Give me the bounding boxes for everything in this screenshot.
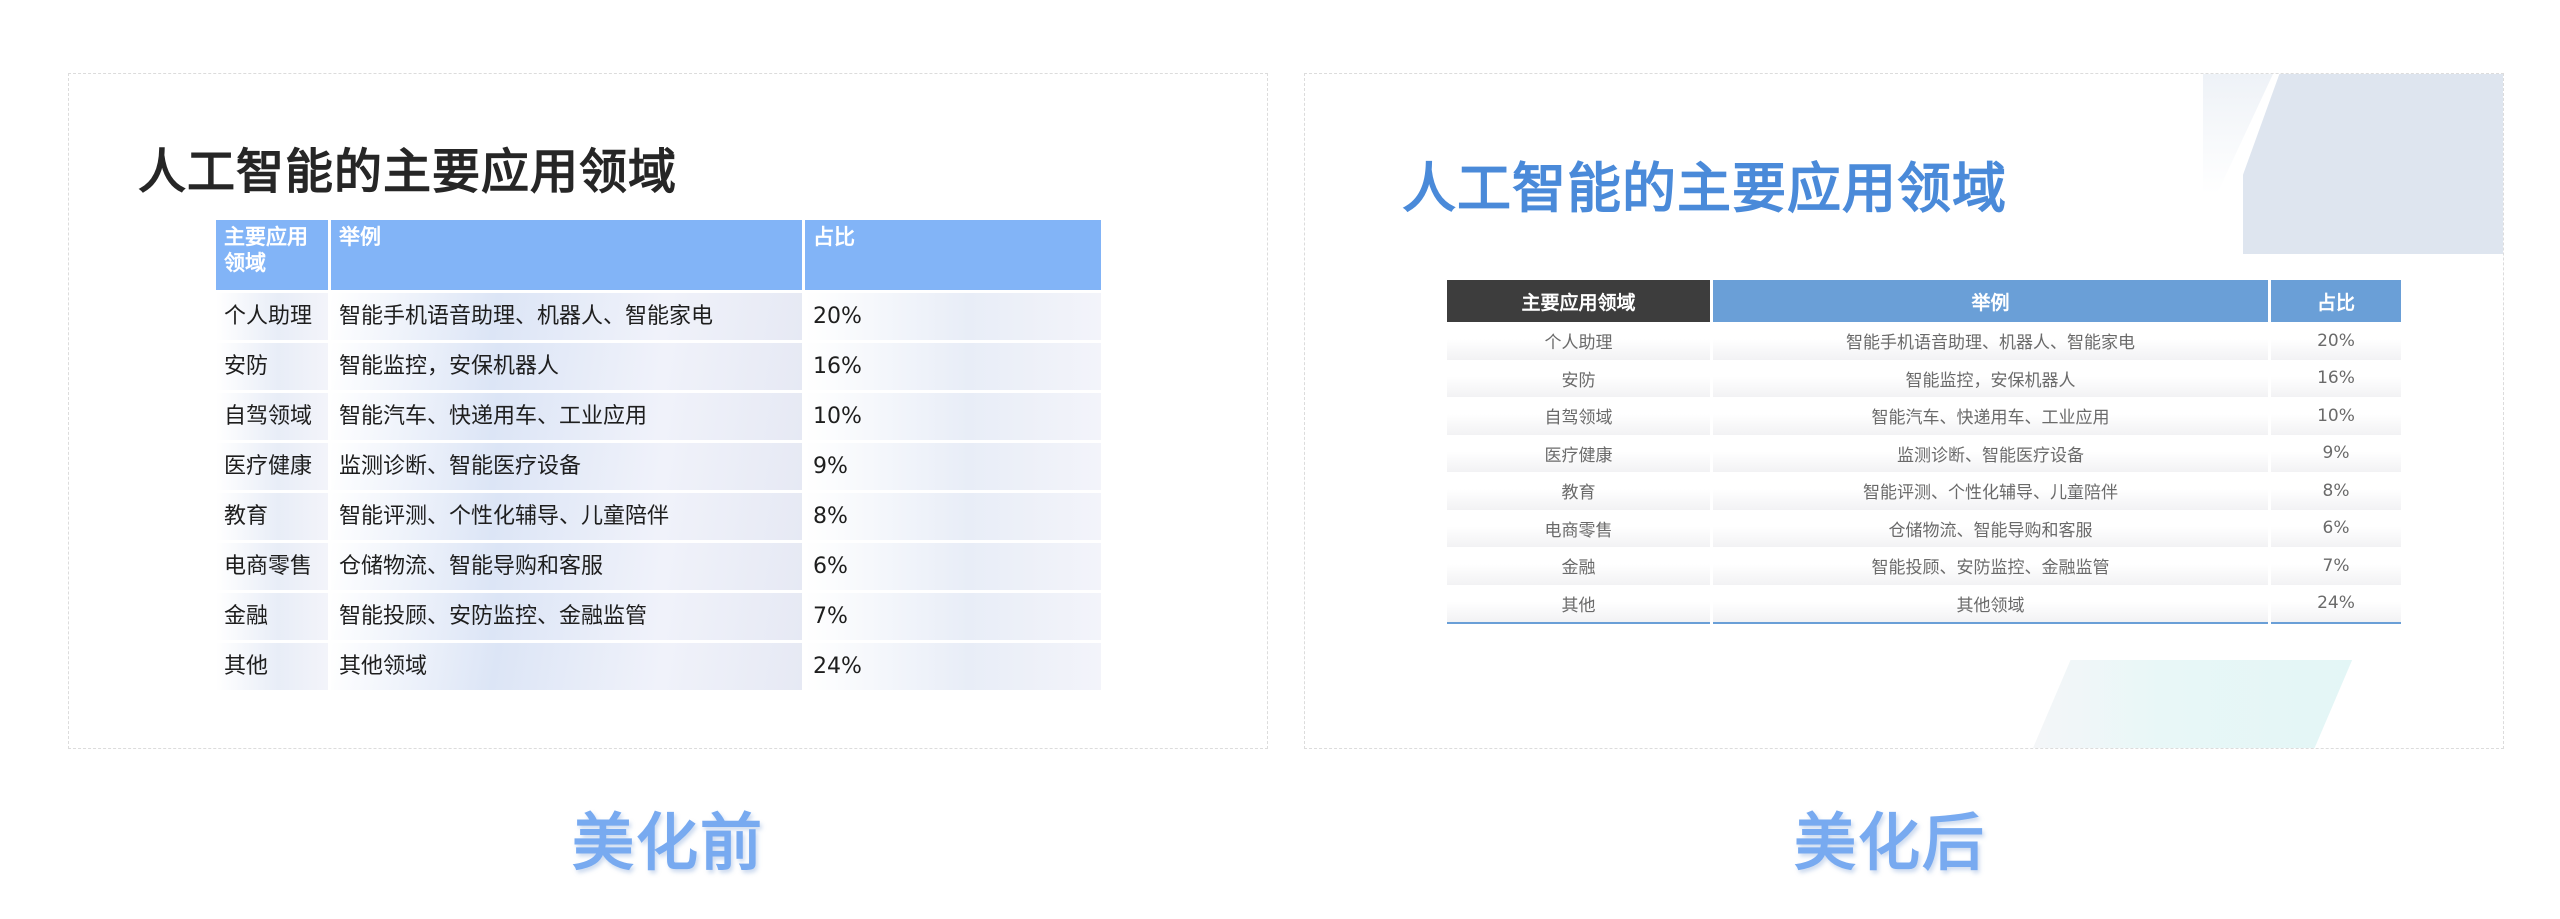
table-row: 其他 其他领域 24% [216,640,1101,690]
decor-shape-top-right [2243,74,2503,254]
cell-share: 7% [2268,547,2401,585]
cell-share: 24% [2268,584,2401,624]
cell-example: 智能投顾、安防监控、金融监管 [1710,547,2270,585]
decor-shape-bottom [2033,658,2353,748]
table-row: 其他 其他领域 24% [1447,584,2401,624]
cell-share: 20% [805,290,1101,340]
table-row: 电商零售 仓储物流、智能导购和客服 6% [1447,509,2401,547]
header-share: 占比 [805,220,1101,290]
cell-share: 8% [805,490,1101,540]
slide-after: 人工智能的主要应用领域 主要应用领域 举例 占比 个人助理 智能手机语音助理、机器… [1304,73,2504,749]
table-row: 金融 智能投顾、安防监控、金融监管 7% [216,590,1101,640]
cell-area: 自驾领域 [216,390,331,440]
cell-share: 9% [2268,434,2401,472]
table-row: 个人助理 智能手机语音助理、机器人、智能家电 20% [1447,322,2401,360]
table-row: 个人助理 智能手机语音助理、机器人、智能家电 20% [216,290,1101,340]
cell-example: 其他领域 [331,640,805,690]
cell-share: 16% [2268,359,2401,397]
cell-share: 6% [805,540,1101,590]
table-after: 主要应用领域 举例 占比 个人助理 智能手机语音助理、机器人、智能家电 20% 安防… [1447,280,2401,624]
table-row: 教育 智能评测、个性化辅导、儿童陪伴 8% [216,490,1101,540]
table-row: 自驾领域 智能汽车、快递用车、工业应用 10% [1447,397,2401,435]
slide-before: 人工智能的主要应用领域 主要应用领域 举例 占比 个人助理 智能手机语音助理、机器… [68,73,1268,749]
cell-share: 20% [2268,322,2401,360]
cell-area: 教育 [1447,472,1712,510]
table-row: 金融 智能投顾、安防监控、金融监管 7% [1447,547,2401,585]
caption-before: 美化前 [571,806,764,879]
slide-title-after: 人工智能的主要应用领域 [1402,157,2007,220]
cell-share: 10% [2268,397,2401,435]
cell-example: 监测诊断、智能医疗设备 [1710,434,2270,472]
table-row: 医疗健康 监测诊断、智能医疗设备 9% [216,440,1101,490]
table-row: 医疗健康 监测诊断、智能医疗设备 9% [1447,434,2401,472]
cell-example: 智能汽车、快递用车、工业应用 [331,390,805,440]
cell-example: 智能手机语音助理、机器人、智能家电 [331,290,805,340]
slide-title-before: 人工智能的主要应用领域 [138,144,678,200]
cell-area: 教育 [216,490,331,540]
cell-example: 智能手机语音助理、机器人、智能家电 [1710,322,2270,360]
caption-after: 美化后 [1793,806,1986,879]
cell-share: 10% [805,390,1101,440]
table-row: 电商零售 仓储物流、智能导购和客服 6% [216,540,1101,590]
cell-area: 电商零售 [1447,509,1712,547]
table-row: 安防 智能监控，安保机器人 16% [216,340,1101,390]
cell-example: 智能监控，安保机器人 [1710,359,2270,397]
cell-example: 智能评测、个性化辅导、儿童陪伴 [331,490,805,540]
cell-example: 智能汽车、快递用车、工业应用 [1710,397,2270,435]
cell-example: 仓储物流、智能导购和客服 [331,540,805,590]
cell-area: 金融 [216,590,331,640]
header-area: 主要应用领域 [216,220,331,290]
cell-example: 智能投顾、安防监控、金融监管 [331,590,805,640]
cell-example: 仓储物流、智能导购和客服 [1710,509,2270,547]
cell-example: 智能监控，安保机器人 [331,340,805,390]
cell-area: 其他 [1447,584,1712,624]
cell-area: 自驾领域 [1447,397,1712,435]
cell-area: 个人助理 [216,290,331,340]
header-example: 举例 [331,220,805,290]
table-header-row: 主要应用领域 举例 占比 [1447,280,2401,322]
table-row: 安防 智能监控，安保机器人 16% [1447,359,2401,397]
cell-example: 监测诊断、智能医疗设备 [331,440,805,490]
table-row: 教育 智能评测、个性化辅导、儿童陪伴 8% [1447,472,2401,510]
header-example: 举例 [1710,280,2270,322]
cell-area: 医疗健康 [216,440,331,490]
table-before: 主要应用领域 举例 占比 个人助理 智能手机语音助理、机器人、智能家电 20% 安防… [216,220,1101,690]
cell-area: 安防 [216,340,331,390]
cell-example: 智能评测、个性化辅导、儿童陪伴 [1710,472,2270,510]
table-row: 自驾领域 智能汽车、快递用车、工业应用 10% [216,390,1101,440]
header-area: 主要应用领域 [1447,280,1712,322]
cell-share: 7% [805,590,1101,640]
cell-share: 24% [805,640,1101,690]
cell-area: 医疗健康 [1447,434,1712,472]
cell-area: 电商零售 [216,540,331,590]
cell-share: 9% [805,440,1101,490]
header-share: 占比 [2268,280,2401,322]
cell-share: 16% [805,340,1101,390]
cell-area: 安防 [1447,359,1712,397]
cell-area: 其他 [216,640,331,690]
cell-example: 其他领域 [1710,584,2270,624]
cell-share: 6% [2268,509,2401,547]
cell-share: 8% [2268,472,2401,510]
table-header-row: 主要应用领域 举例 占比 [216,220,1101,290]
cell-area: 个人助理 [1447,322,1712,360]
cell-area: 金融 [1447,547,1712,585]
